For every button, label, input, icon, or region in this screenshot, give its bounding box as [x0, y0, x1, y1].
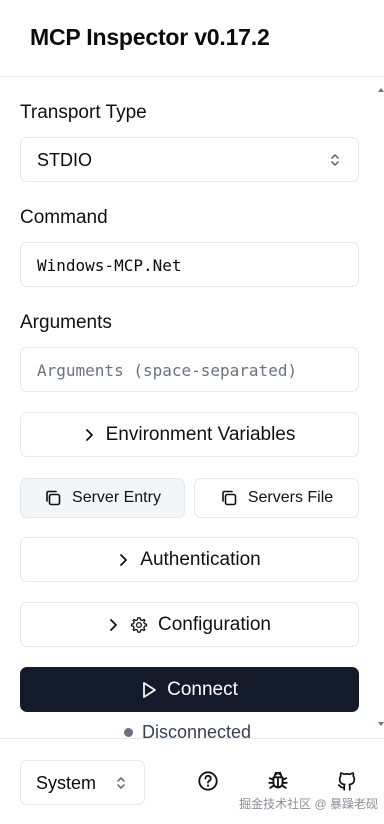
connect-label: Connect	[167, 678, 238, 700]
server-entry-label: Server Entry	[72, 489, 161, 506]
theme-value: System	[36, 773, 97, 793]
transport-type-value: STDIO	[37, 150, 93, 170]
app-title: MCP Inspector v0.17.2	[30, 24, 270, 50]
environment-variables-label: Environment Variables	[105, 423, 296, 445]
connection-status: Disconnected	[124, 722, 251, 738]
help-icon[interactable]	[197, 770, 219, 792]
copy-icon	[46, 490, 61, 506]
chevron-right-icon	[110, 618, 117, 631]
server-entry-button[interactable]: Server Entry	[20, 478, 185, 518]
github-icon[interactable]	[336, 770, 358, 792]
status-dot	[124, 728, 133, 737]
servers-file-button[interactable]: Servers File	[194, 478, 359, 518]
arguments-placeholder: Arguments (space-separated)	[37, 361, 298, 380]
chevron-up-down-icon	[117, 777, 125, 789]
connect-button[interactable]: Connect	[20, 667, 359, 712]
header: MCP Inspector v0.17.2	[0, 0, 384, 77]
configuration-label: Configuration	[157, 613, 272, 635]
arguments-label: Arguments	[20, 312, 112, 333]
watermark: 掘金技术社区 @ 暴躁老砚	[239, 797, 378, 811]
chevron-right-icon	[120, 553, 128, 566]
status-text: Disconnected	[142, 722, 252, 738]
arguments-input[interactable]: Arguments (space-separated)	[20, 347, 359, 392]
command-value: Windows-MCP.Net	[37, 256, 182, 275]
chevron-right-icon	[85, 428, 93, 441]
authentication-label: Authentication	[140, 548, 261, 570]
scroll-up-arrow[interactable]	[378, 88, 384, 92]
theme-select[interactable]: System	[20, 760, 145, 805]
sidebar-panel[interactable]: Transport Type STDIO Command Windows-MCP…	[0, 78, 384, 738]
footer: System 掘金技术社区 @ 暴躁老砚	[0, 738, 384, 824]
copy-icon	[222, 490, 237, 506]
scroll-down-arrow[interactable]	[378, 722, 384, 726]
scrollbar[interactable]	[378, 82, 384, 732]
environment-variables-toggle[interactable]: Environment Variables	[20, 412, 359, 457]
command-input[interactable]: Windows-MCP.Net	[20, 242, 359, 287]
gear-icon	[130, 616, 148, 633]
authentication-toggle[interactable]: Authentication	[20, 537, 359, 582]
chevron-up-down-icon	[331, 154, 339, 166]
play-icon	[143, 681, 156, 698]
app-window: MCP Inspector v0.17.2 Transport Type STD…	[0, 0, 384, 824]
command-label: Command	[20, 207, 108, 228]
bug-icon[interactable]	[267, 770, 289, 792]
transport-type-select[interactable]: STDIO	[20, 137, 359, 182]
configuration-toggle[interactable]: Configuration	[20, 602, 359, 647]
servers-file-label: Servers File	[247, 489, 334, 506]
transport-type-label: Transport Type	[20, 102, 147, 123]
